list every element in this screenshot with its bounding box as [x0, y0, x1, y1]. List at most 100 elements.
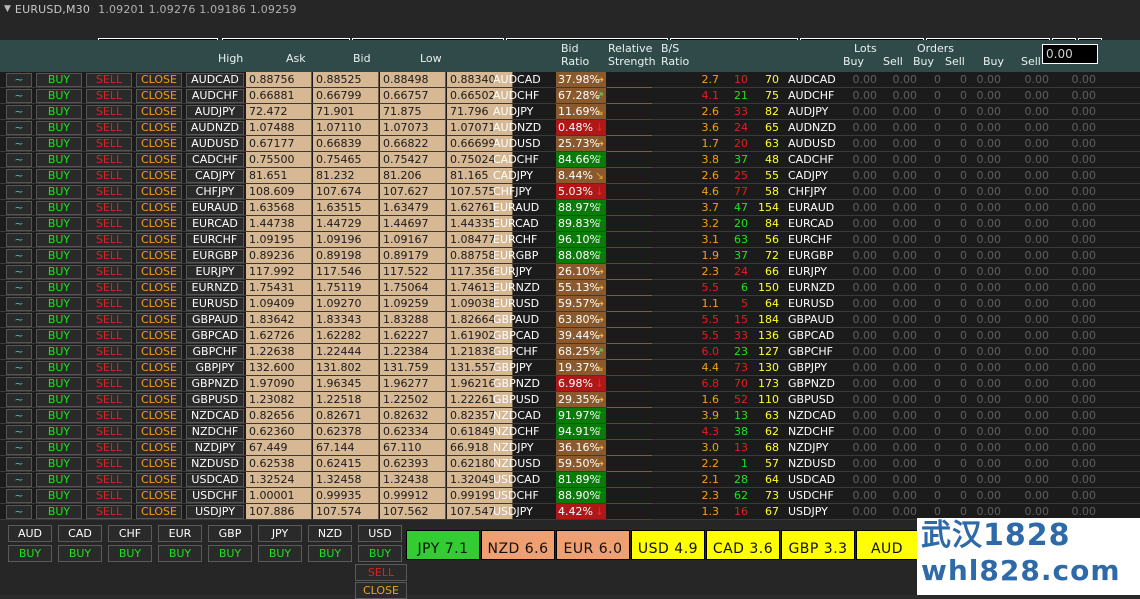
- row-sell-button[interactable]: SELL: [86, 121, 132, 135]
- row-pair-button[interactable]: EURAUD: [186, 201, 244, 215]
- row-toggle-button[interactable]: ~: [6, 121, 32, 135]
- row-buy-button[interactable]: BUY: [36, 393, 82, 407]
- row-close-button[interactable]: CLOSE: [136, 329, 182, 343]
- row-pair-button[interactable]: CADCHF: [186, 153, 244, 167]
- row-buy-button[interactable]: BUY: [36, 169, 82, 183]
- row-pair-button[interactable]: AUDJPY: [186, 105, 244, 119]
- row-buy-button[interactable]: BUY: [36, 281, 82, 295]
- row-sell-button[interactable]: SELL: [86, 89, 132, 103]
- row-pair-button[interactable]: USDJPY: [186, 505, 244, 519]
- row-toggle-button[interactable]: ~: [6, 217, 32, 231]
- row-toggle-button[interactable]: ~: [6, 473, 32, 487]
- row-close-button[interactable]: CLOSE: [136, 457, 182, 471]
- row-toggle-button[interactable]: ~: [6, 377, 32, 391]
- row-toggle-button[interactable]: ~: [6, 393, 32, 407]
- row-buy-button[interactable]: BUY: [36, 473, 82, 487]
- footer-buy-button-cad[interactable]: BUY: [58, 545, 102, 562]
- row-sell-button[interactable]: SELL: [86, 361, 132, 375]
- row-buy-button[interactable]: BUY: [36, 265, 82, 279]
- row-buy-button[interactable]: BUY: [36, 137, 82, 151]
- row-buy-button[interactable]: BUY: [36, 489, 82, 503]
- row-sell-button[interactable]: SELL: [86, 281, 132, 295]
- row-sell-button[interactable]: SELL: [86, 489, 132, 503]
- row-buy-button[interactable]: BUY: [36, 153, 82, 167]
- row-sell-button[interactable]: SELL: [86, 345, 132, 359]
- row-toggle-button[interactable]: ~: [6, 489, 32, 503]
- row-toggle-button[interactable]: ~: [6, 505, 32, 519]
- footer-buy-button-usd[interactable]: BUY: [358, 545, 402, 562]
- row-toggle-button[interactable]: ~: [6, 249, 32, 263]
- footer-currency-button-gbp[interactable]: GBP: [208, 525, 252, 542]
- row-toggle-button[interactable]: ~: [6, 265, 32, 279]
- footer-currency-button-usd[interactable]: USD: [358, 525, 402, 542]
- row-buy-button[interactable]: BUY: [36, 441, 82, 455]
- row-buy-button[interactable]: BUY: [36, 377, 82, 391]
- row-toggle-button[interactable]: ~: [6, 361, 32, 375]
- row-close-button[interactable]: CLOSE: [136, 153, 182, 167]
- row-pair-button[interactable]: AUDCAD: [186, 73, 244, 87]
- row-pair-button[interactable]: CHFJPY: [186, 185, 244, 199]
- row-close-button[interactable]: CLOSE: [136, 121, 182, 135]
- row-pair-button[interactable]: EURNZD: [186, 281, 244, 295]
- row-buy-button[interactable]: BUY: [36, 409, 82, 423]
- row-buy-button[interactable]: BUY: [36, 89, 82, 103]
- footer-currency-button-eur[interactable]: EUR: [158, 525, 202, 542]
- row-close-button[interactable]: CLOSE: [136, 409, 182, 423]
- row-sell-button[interactable]: SELL: [86, 265, 132, 279]
- row-buy-button[interactable]: BUY: [36, 121, 82, 135]
- row-close-button[interactable]: CLOSE: [136, 297, 182, 311]
- row-pair-button[interactable]: GBPNZD: [186, 377, 244, 391]
- row-buy-button[interactable]: BUY: [36, 297, 82, 311]
- footer-buy-button-eur[interactable]: BUY: [158, 545, 202, 562]
- footer-buy-button-gbp[interactable]: BUY: [208, 545, 252, 562]
- row-pair-button[interactable]: EURJPY: [186, 265, 244, 279]
- footer-buy-button-chf[interactable]: BUY: [108, 545, 152, 562]
- footer-currency-button-jpy[interactable]: JPY: [258, 525, 302, 542]
- row-toggle-button[interactable]: ~: [6, 345, 32, 359]
- footer-currency-button-nzd[interactable]: NZD: [308, 525, 352, 542]
- row-pair-button[interactable]: AUDCHF: [186, 89, 244, 103]
- row-toggle-button[interactable]: ~: [6, 313, 32, 327]
- row-sell-button[interactable]: SELL: [86, 249, 132, 263]
- row-toggle-button[interactable]: ~: [6, 169, 32, 183]
- row-pair-button[interactable]: USDCAD: [186, 473, 244, 487]
- global-sell-button[interactable]: SELL: [355, 564, 407, 581]
- row-buy-button[interactable]: BUY: [36, 361, 82, 375]
- row-close-button[interactable]: CLOSE: [136, 313, 182, 327]
- row-toggle-button[interactable]: ~: [6, 329, 32, 343]
- row-close-button[interactable]: CLOSE: [136, 185, 182, 199]
- row-toggle-button[interactable]: ~: [6, 441, 32, 455]
- row-pair-button[interactable]: EURUSD: [186, 297, 244, 311]
- row-buy-button[interactable]: BUY: [36, 505, 82, 519]
- row-close-button[interactable]: CLOSE: [136, 393, 182, 407]
- row-close-button[interactable]: CLOSE: [136, 265, 182, 279]
- row-pair-button[interactable]: GBPCHF: [186, 345, 244, 359]
- row-toggle-button[interactable]: ~: [6, 89, 32, 103]
- row-sell-button[interactable]: SELL: [86, 297, 132, 311]
- footer-currency-button-cad[interactable]: CAD: [58, 525, 102, 542]
- row-pair-button[interactable]: EURGBP: [186, 249, 244, 263]
- row-sell-button[interactable]: SELL: [86, 201, 132, 215]
- footer-currency-button-chf[interactable]: CHF: [108, 525, 152, 542]
- row-toggle-button[interactable]: ~: [6, 457, 32, 471]
- row-sell-button[interactable]: SELL: [86, 137, 132, 151]
- row-buy-button[interactable]: BUY: [36, 457, 82, 471]
- row-close-button[interactable]: CLOSE: [136, 217, 182, 231]
- row-toggle-button[interactable]: ~: [6, 409, 32, 423]
- row-pair-button[interactable]: AUDUSD: [186, 137, 244, 151]
- row-sell-button[interactable]: SELL: [86, 217, 132, 231]
- row-pair-button[interactable]: NZDCHF: [186, 425, 244, 439]
- row-sell-button[interactable]: SELL: [86, 393, 132, 407]
- row-toggle-button[interactable]: ~: [6, 425, 32, 439]
- row-sell-button[interactable]: SELL: [86, 505, 132, 519]
- row-pair-button[interactable]: USDCHF: [186, 489, 244, 503]
- row-buy-button[interactable]: BUY: [36, 329, 82, 343]
- row-pair-button[interactable]: NZDUSD: [186, 457, 244, 471]
- row-toggle-button[interactable]: ~: [6, 105, 32, 119]
- row-sell-button[interactable]: SELL: [86, 105, 132, 119]
- row-toggle-button[interactable]: ~: [6, 281, 32, 295]
- row-buy-button[interactable]: BUY: [36, 185, 82, 199]
- row-close-button[interactable]: CLOSE: [136, 89, 182, 103]
- row-close-button[interactable]: CLOSE: [136, 105, 182, 119]
- row-close-button[interactable]: CLOSE: [136, 137, 182, 151]
